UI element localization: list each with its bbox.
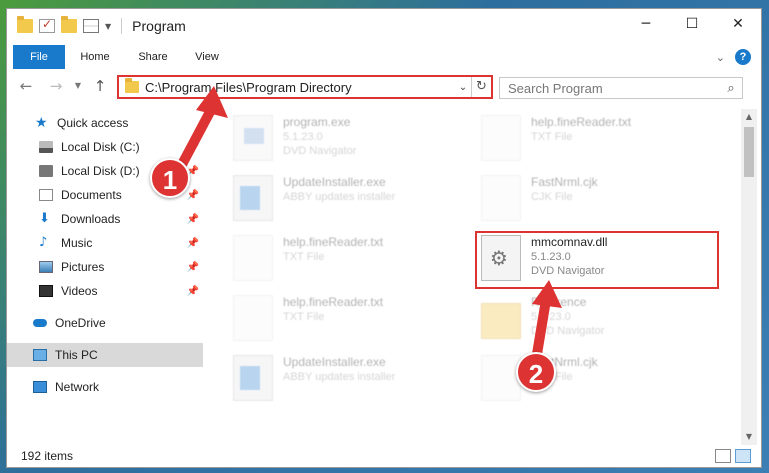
step-1-badge: 1	[150, 158, 190, 198]
arrow-1-head	[196, 86, 228, 118]
annotation-arrows	[173, 86, 562, 365]
step-2-badge: 2	[516, 352, 556, 392]
arrow-2-shaft	[531, 295, 551, 365]
arrow-2-head	[532, 280, 562, 308]
